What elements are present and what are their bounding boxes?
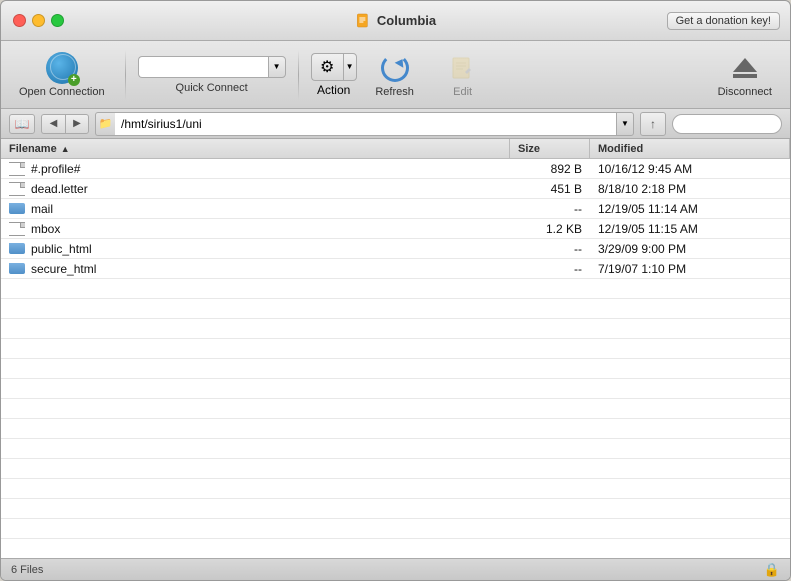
path-dropdown[interactable]: ▼ — [616, 112, 634, 136]
folder-icon — [9, 242, 25, 256]
quick-connect-input-wrap: ▼ — [138, 56, 286, 78]
file-size: 892 B — [510, 162, 590, 176]
action-dropdown-arrow[interactable]: ▼ — [343, 53, 357, 81]
search-wrap: 🔍 — [672, 114, 782, 134]
refresh-label: Refresh — [375, 86, 414, 98]
path-bar: 📁 ▼ — [95, 112, 634, 136]
empty-row — [1, 399, 790, 419]
empty-row — [1, 439, 790, 459]
quick-connect-label: Quick Connect — [176, 82, 248, 94]
table-row[interactable]: mail --12/19/05 11:14 AM — [1, 199, 790, 219]
traffic-lights — [13, 14, 64, 27]
modified-column-header[interactable]: Modified — [590, 139, 790, 158]
folder-icon — [9, 202, 25, 216]
file-name: #.profile# — [31, 162, 80, 176]
empty-row — [1, 359, 790, 379]
size-column-header[interactable]: Size — [510, 139, 590, 158]
file-size: 451 B — [510, 182, 590, 196]
open-connection-icon — [46, 52, 78, 84]
file-modified: 7/19/07 1:10 PM — [590, 262, 790, 276]
empty-row — [1, 419, 790, 439]
navbar: 📖 ◀ ▶ 📁 ▼ ↑ 🔍 — [1, 109, 790, 139]
file-size: -- — [510, 202, 590, 216]
file-name: public_html — [31, 242, 92, 256]
statusbar: 6 Files 🔒 — [1, 558, 790, 580]
open-connection-button[interactable]: Open Connection — [11, 48, 113, 102]
search-input[interactable] — [672, 114, 782, 134]
quick-connect-area: ▼ Quick Connect — [138, 56, 286, 94]
empty-row — [1, 479, 790, 499]
file-modified: 3/29/09 9:00 PM — [590, 242, 790, 256]
up-button[interactable]: ↑ — [640, 112, 666, 136]
maximize-button[interactable] — [51, 14, 64, 27]
separator-2 — [298, 50, 299, 100]
folder-icon — [9, 262, 25, 276]
refresh-button[interactable]: Refresh — [365, 48, 425, 102]
empty-row — [1, 519, 790, 539]
empty-row — [1, 539, 790, 558]
forward-button[interactable]: ▶ — [65, 114, 89, 134]
empty-row — [1, 459, 790, 479]
file-count: 6 Files — [11, 564, 43, 576]
file-rows: #.profile# 892 B10/16/12 9:45 AM dead.lett… — [1, 159, 790, 558]
file-icon — [9, 182, 25, 196]
action-button[interactable]: ⚙ ▼ Action — [311, 53, 357, 97]
document-icon — [355, 13, 371, 29]
file-icon — [9, 162, 25, 176]
empty-row — [1, 319, 790, 339]
bookmarks-button[interactable]: 📖 — [9, 114, 35, 134]
file-modified: 12/19/05 11:14 AM — [590, 202, 790, 216]
disconnect-icon — [729, 52, 761, 84]
back-button[interactable]: ◀ — [41, 114, 65, 134]
action-label: Action — [317, 83, 350, 97]
open-connection-label: Open Connection — [19, 86, 105, 98]
file-name: secure_html — [31, 262, 96, 276]
window-title: Columbia — [355, 13, 436, 29]
empty-row — [1, 499, 790, 519]
file-size: -- — [510, 262, 590, 276]
quick-connect-dropdown[interactable]: ▼ — [268, 56, 286, 78]
titlebar: Columbia Get a donation key! — [1, 1, 790, 41]
table-row[interactable]: secure_html --7/19/07 1:10 PM — [1, 259, 790, 279]
file-modified: 12/19/05 11:15 AM — [590, 222, 790, 236]
file-name: mail — [31, 202, 53, 216]
path-input[interactable] — [115, 112, 616, 136]
file-size: 1.2 KB — [510, 222, 590, 236]
refresh-icon — [379, 52, 411, 84]
main-window: Columbia Get a donation key! Open Connec… — [0, 0, 791, 581]
quick-connect-input[interactable] — [138, 56, 268, 78]
empty-row — [1, 379, 790, 399]
gear-icon[interactable]: ⚙ — [311, 53, 343, 81]
file-name: mbox — [31, 222, 60, 236]
file-list-header: Filename ▲ Size Modified — [1, 139, 790, 159]
empty-row — [1, 279, 790, 299]
table-row[interactable]: dead.letter 451 B8/18/10 2:18 PM — [1, 179, 790, 199]
path-folder-icon: 📁 — [95, 112, 115, 136]
filename-column-header[interactable]: Filename ▲ — [1, 139, 510, 158]
close-button[interactable] — [13, 14, 26, 27]
table-row[interactable]: mbox 1.2 KB12/19/05 11:15 AM — [1, 219, 790, 239]
file-list-container: Filename ▲ Size Modified #.profile# 892 B… — [1, 139, 790, 558]
sort-arrow: ▲ — [61, 144, 70, 154]
file-icon — [9, 222, 25, 236]
toolbar: Open Connection ▼ Quick Connect ⚙ ▼ Acti… — [1, 41, 790, 109]
edit-button[interactable]: Edit — [433, 48, 493, 102]
file-size: -- — [510, 242, 590, 256]
disconnect-button[interactable]: Disconnect — [710, 48, 780, 102]
edit-icon — [447, 52, 479, 84]
empty-row — [1, 339, 790, 359]
edit-label: Edit — [453, 86, 472, 98]
separator-1 — [125, 50, 126, 100]
file-modified: 8/18/10 2:18 PM — [590, 182, 790, 196]
minimize-button[interactable] — [32, 14, 45, 27]
file-name: dead.letter — [31, 182, 88, 196]
file-modified: 10/16/12 9:45 AM — [590, 162, 790, 176]
empty-row — [1, 299, 790, 319]
disconnect-label: Disconnect — [718, 86, 772, 98]
table-row[interactable]: public_html --3/29/09 9:00 PM — [1, 239, 790, 259]
table-row[interactable]: #.profile# 892 B10/16/12 9:45 AM — [1, 159, 790, 179]
back-forward-buttons: ◀ ▶ — [41, 114, 89, 134]
lock-icon: 🔒 — [764, 562, 780, 578]
donate-button[interactable]: Get a donation key! — [667, 12, 780, 30]
